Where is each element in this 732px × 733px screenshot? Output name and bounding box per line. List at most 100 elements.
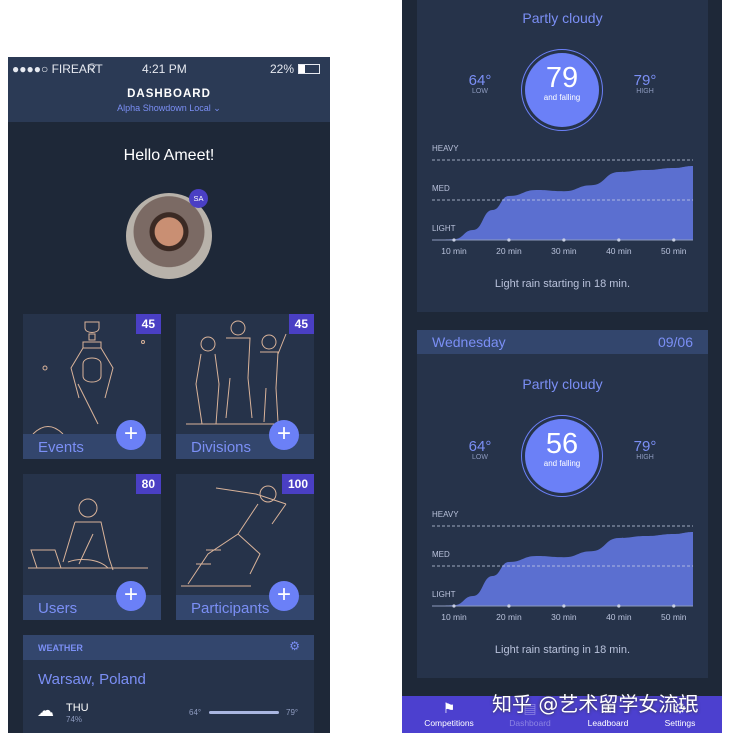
rain-area: [432, 532, 693, 606]
forecast-card: Wednesday 09/06 Partly cloudy 64° LOW 79°…: [417, 330, 708, 678]
high-label: HIGH: [636, 88, 654, 95]
add-participant-button[interactable]: +: [269, 581, 299, 611]
tile-label: Divisions: [191, 439, 252, 456]
low-temp: 64°: [189, 708, 202, 717]
tick-dot: [617, 604, 621, 608]
tile-label: Events: [38, 439, 84, 456]
tile-divisions[interactable]: Divisions 45 +: [176, 314, 314, 459]
low-value: 64°: [468, 72, 492, 89]
high-temp: 79° HIGH: [625, 438, 665, 461]
count-badge: 45: [135, 314, 161, 334]
wifi-icon: ⌔: [86, 60, 99, 75]
tick-label: 20 min: [496, 612, 522, 622]
tile-participants[interactable]: Participants 100 +: [176, 474, 314, 620]
weather-header: WEATHER ⚙: [23, 635, 314, 660]
current-temp: 56: [545, 428, 579, 460]
condition: Partly cloudy: [522, 10, 603, 26]
high-label: HIGH: [636, 454, 654, 461]
rain-cloud-icon: ☁: [37, 701, 54, 720]
tick-dot: [617, 238, 621, 242]
low-value: 64°: [468, 438, 492, 455]
level-label: LIGHT: [432, 224, 456, 233]
tick-dot: [452, 238, 456, 242]
weather-screen: Partly cloudy 64° LOW 79° HIGH 79 and falli…: [402, 0, 722, 733]
tick-label: 40 min: [606, 246, 632, 256]
tick-dot: [452, 604, 456, 608]
date: 09/06: [657, 334, 693, 350]
tile-users[interactable]: Users 80 +: [23, 474, 161, 620]
time: 4:21 PM: [142, 62, 187, 76]
dashboard-screen: ●●●●○ FIREART ⌔ 4:21 PM 22% DASHBOARD Al…: [8, 57, 330, 733]
battery-percent: 22%: [270, 62, 295, 76]
tick-dot: [562, 604, 566, 608]
page-title: DASHBOARD: [127, 88, 211, 100]
tick-dot: [672, 604, 676, 608]
count-badge: 45: [288, 314, 314, 334]
forecast-card: Partly cloudy 64° LOW 79° HIGH 79 and falli…: [417, 0, 708, 312]
rain-area: [432, 166, 693, 240]
tab-label: Settings: [664, 718, 696, 728]
tile-label: Participants: [191, 600, 270, 617]
tick-label: 40 min: [606, 612, 632, 622]
current-temp: 79: [545, 62, 579, 94]
tick-label: 30 min: [551, 612, 577, 622]
tick-label: 50 min: [661, 612, 687, 622]
level-label: HEAVY: [432, 144, 459, 153]
low-label: LOW: [472, 88, 488, 95]
level-label: HEAVY: [432, 510, 459, 519]
tab-label: Dashboard: [509, 718, 551, 728]
high-value: 79°: [633, 438, 657, 455]
level-label: MED: [432, 184, 450, 193]
day-header: Wednesday 09/06: [417, 330, 708, 354]
high-temp: 79° HIGH: [625, 72, 665, 95]
header: DASHBOARD Alpha Showdown Local ⌄: [8, 80, 330, 122]
temp-trend: and falling: [543, 93, 581, 102]
current-temp-circle: 56 and falling: [521, 415, 603, 497]
add-event-button[interactable]: +: [116, 420, 146, 450]
gear-icon[interactable]: ⚙: [289, 639, 300, 653]
rain-intensity-chart: LIGHT MED HEAVY 10 min 20 min 30 min 40 min 50 …: [432, 144, 693, 256]
tab-competitions[interactable]: ⚑ Competitions: [409, 696, 489, 733]
battery-icon: [298, 64, 320, 74]
tab-label: Leadboard: [587, 718, 629, 728]
rain-intensity-chart: LIGHT MED HEAVY 10 min 20 min 30 min 40 min 50 …: [432, 510, 693, 622]
chevron-down-icon: ⌄: [213, 103, 221, 113]
competition-selector[interactable]: Alpha Showdown Local ⌄: [8, 103, 330, 114]
tick-dot: [562, 238, 566, 242]
tab-label: Competitions: [424, 718, 474, 728]
humidity: 74%: [66, 715, 83, 724]
high-temp: 79°: [286, 708, 299, 717]
temp-trend: and falling: [543, 459, 581, 468]
count-badge: 80: [135, 474, 161, 494]
weather-title: WEATHER: [38, 643, 83, 653]
tick-label: 50 min: [661, 246, 687, 256]
competition-name: Alpha Showdown Local: [117, 103, 211, 113]
high-value: 79°: [633, 72, 657, 89]
tick-dot: [507, 238, 511, 242]
city-name: Warsaw, Poland: [38, 671, 146, 688]
flag-icon: ⚑: [442, 700, 456, 716]
current-temp-circle: 79 and falling: [521, 49, 603, 131]
tick-label: 20 min: [496, 246, 522, 256]
tick-label: 10 min: [441, 246, 467, 256]
tick-dot: [507, 604, 511, 608]
temp-range-bar: [209, 711, 279, 714]
avatar-initials-badge: SA: [189, 189, 208, 208]
rain-summary: Light rain starting in 18 min.: [494, 278, 631, 290]
day-name: Wednesday: [432, 334, 506, 350]
tile-events[interactable]: Events 45 +: [23, 314, 161, 459]
add-division-button[interactable]: +: [269, 420, 299, 450]
status-bar: ●●●●○ FIREART ⌔ 4:21 PM 22%: [8, 57, 330, 80]
low-temp: 64° LOW: [460, 438, 500, 461]
tick-dot: [672, 238, 676, 242]
forecast-day: THU: [66, 702, 89, 714]
watermark: 知乎 @艺术留学女流氓: [492, 692, 699, 716]
low-label: LOW: [472, 454, 488, 461]
weather-widget[interactable]: WEATHER ⚙ Warsaw, Poland ☁ THU 74% 64° 7…: [23, 635, 314, 733]
low-temp: 64° LOW: [460, 72, 500, 95]
tick-label: 30 min: [551, 246, 577, 256]
add-user-button[interactable]: +: [116, 581, 146, 611]
greeting: Hello Ameet!: [123, 147, 215, 164]
tile-label: Users: [38, 600, 78, 617]
tick-label: 10 min: [441, 612, 467, 622]
